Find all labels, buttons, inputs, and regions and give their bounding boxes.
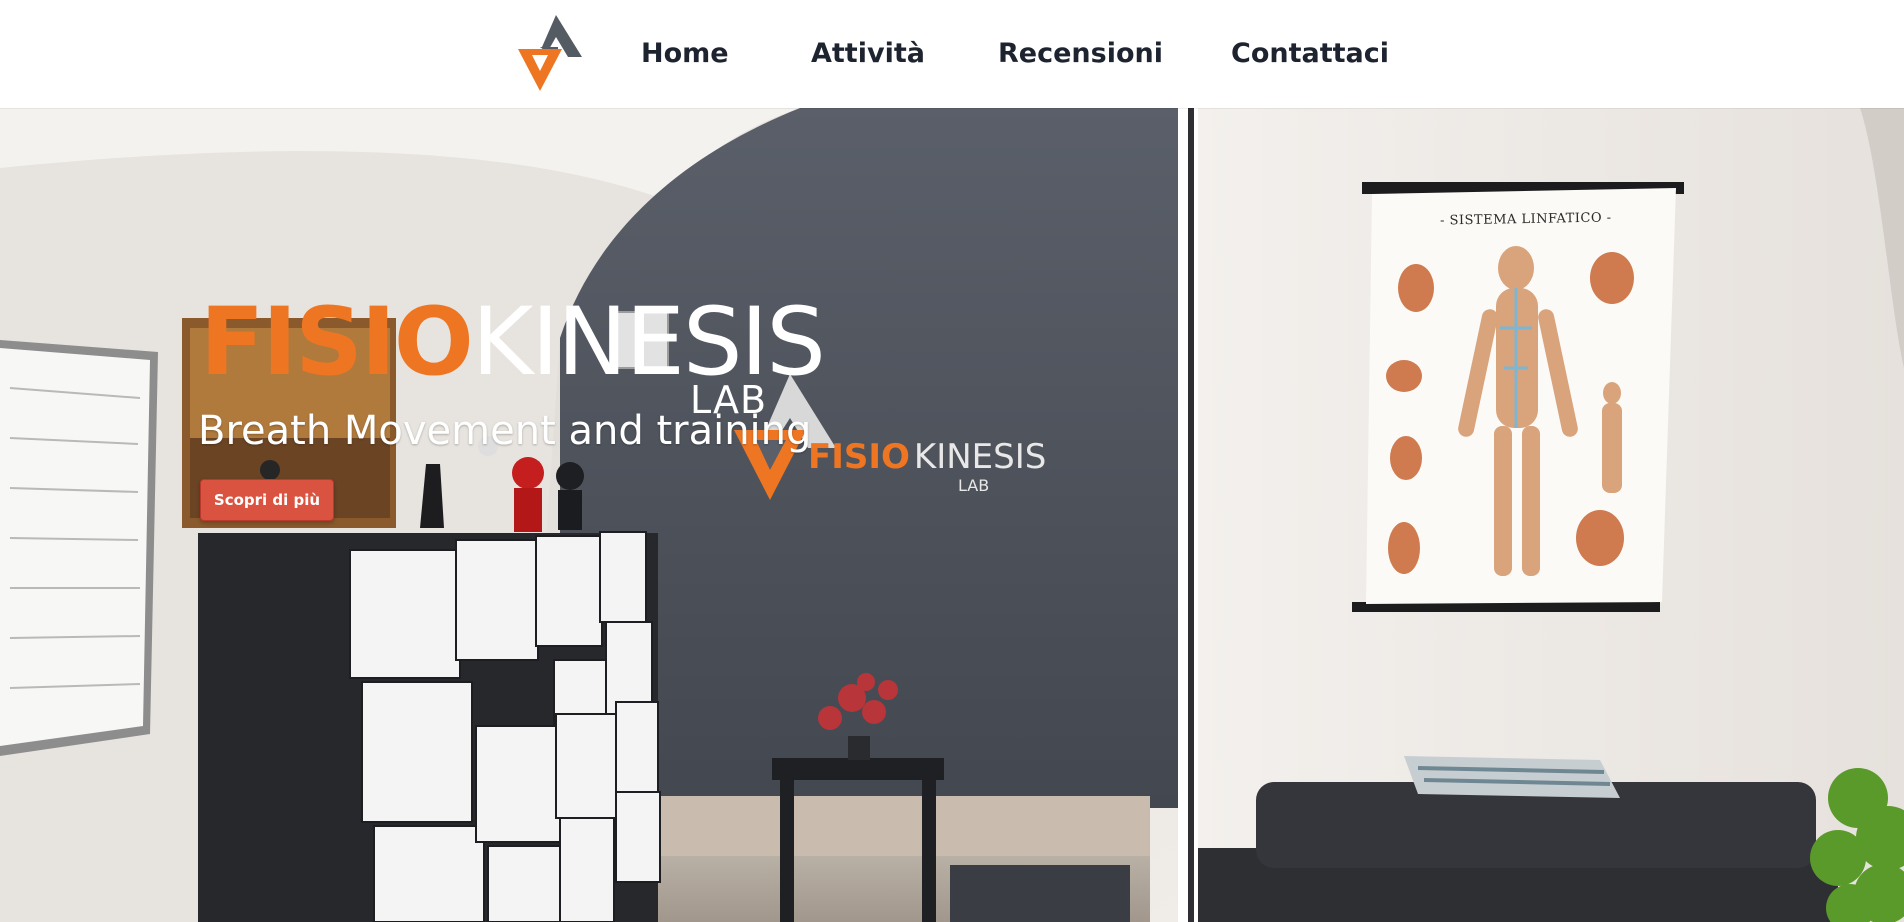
hero-subtitle: Breath Movement and training	[198, 408, 812, 454]
discover-more-button[interactable]: Scopri di più	[200, 479, 334, 521]
poster-title: - SISTEMA LINFATICO -	[1439, 210, 1612, 229]
wall-logo-text: FISIO KINESIS	[808, 440, 1046, 474]
brand-logo[interactable]	[518, 13, 582, 91]
hero-title-secondary: KINESIS	[471, 288, 826, 397]
nav-link-attivita[interactable]: Attività	[811, 36, 925, 72]
wall-logo-secondary: KINESIS	[913, 437, 1047, 477]
top-navbar: Home Attività Recensioni Contattaci	[0, 0, 1904, 108]
wall-logo-primary: FISIO	[808, 437, 910, 477]
nav-link-recensioni[interactable]: Recensioni	[998, 36, 1163, 72]
nav-link-contattaci[interactable]: Contattaci	[1231, 36, 1389, 72]
fisiokinesis-logo-icon	[518, 15, 582, 91]
nav-link-home[interactable]: Home	[641, 36, 729, 72]
wall-logo-suffix: LAB	[958, 476, 990, 495]
hero-section: FISIOKINESIS LAB Breath Movement and tra…	[0, 108, 1904, 922]
hero-title-primary: FISIO	[200, 288, 474, 397]
